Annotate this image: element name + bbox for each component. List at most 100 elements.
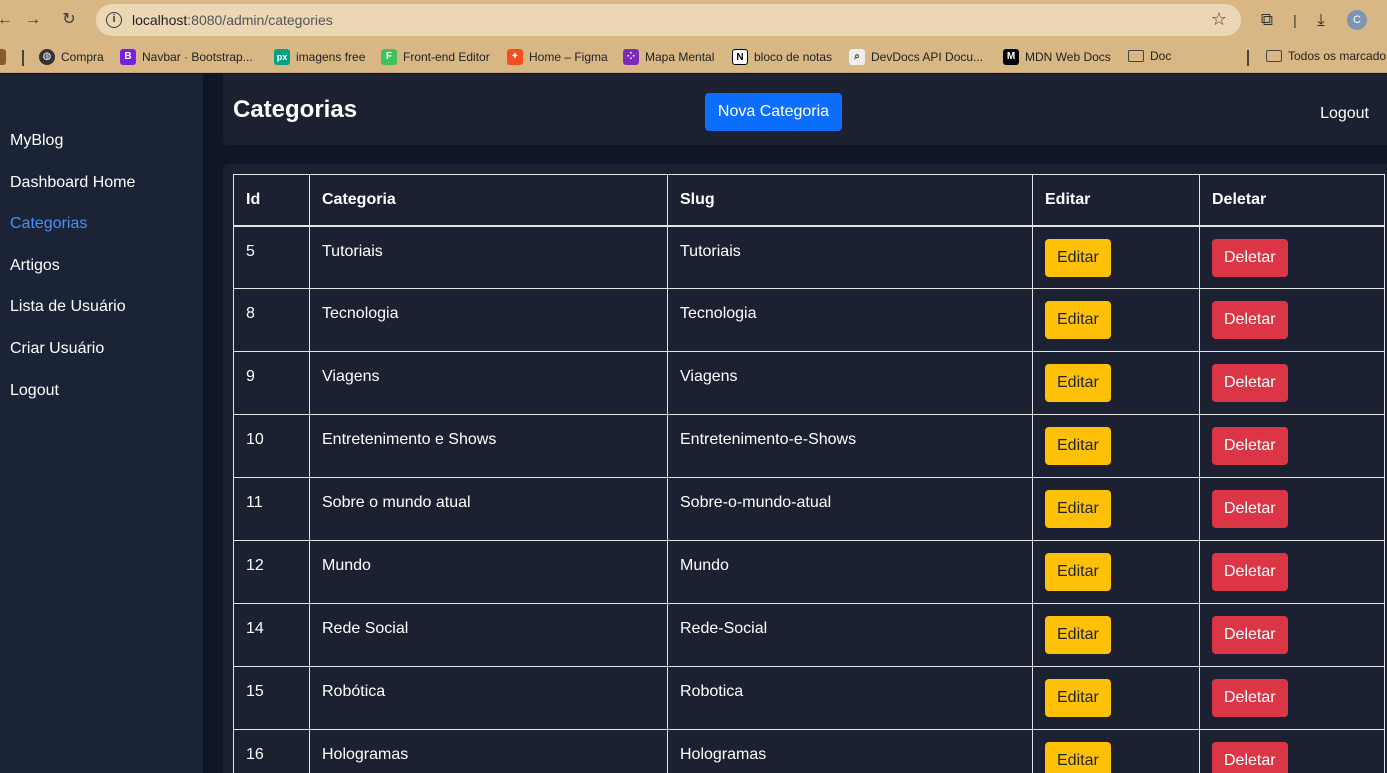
edit-button[interactable]: Editar <box>1045 742 1111 773</box>
delete-button[interactable]: Deletar <box>1212 238 1288 277</box>
url-text[interactable]: localhost:8080/admin/categories <box>132 12 333 28</box>
frontend-editor-icon: F <box>381 49 397 65</box>
sidebar-item-artigos[interactable]: Artigos <box>10 257 60 275</box>
cell-slug: Robotica <box>667 666 1033 730</box>
edit-button[interactable]: Editar <box>1045 427 1111 465</box>
header-logout-link[interactable]: Logout <box>1320 105 1369 123</box>
bookmark-navbar-bootstrap[interactable]: B Navbar · Bootstrap... <box>120 49 253 65</box>
edit-button[interactable]: Editar <box>1045 364 1111 402</box>
cell-delete: Deletar <box>1199 477 1385 541</box>
bookmark-separator <box>22 50 24 66</box>
edit-button[interactable]: Editar <box>1045 679 1111 717</box>
bootstrap-icon: B <box>120 49 136 65</box>
bookmark-devdocs[interactable]: ⌕ DevDocs API Docu... <box>849 49 983 65</box>
sidebar-item-criar-usuario[interactable]: Criar Usuário <box>10 340 104 358</box>
bookmark-mdn[interactable]: M MDN Web Docs <box>1003 49 1111 65</box>
sidebar-item-lista-usuario[interactable]: Lista de Usuário <box>10 298 126 316</box>
bookmarks-bar: ◍ Compra B Navbar · Bootstrap... px imagens… <box>0 40 1387 73</box>
figma-icon: ✦ <box>507 49 523 65</box>
cell-id: 14 <box>233 603 310 667</box>
cell-edit: Editar <box>1032 477 1200 541</box>
page-header: Categorias Nova Categoria Logout <box>223 74 1387 145</box>
edit-button[interactable]: Editar <box>1045 238 1111 277</box>
bookmark-star-icon[interactable]: ☆ <box>1211 9 1227 30</box>
notion-icon: N <box>732 49 748 65</box>
column-header-deletar: Deletar <box>1199 174 1385 227</box>
delete-button[interactable]: Deletar <box>1212 490 1288 528</box>
cell-edit: Editar <box>1032 225 1200 289</box>
sidebar-item-dashboard-home[interactable]: Dashboard Home <box>10 174 135 192</box>
cell-edit: Editar <box>1032 603 1200 667</box>
table-body: 5 Tutoriais Tutoriais Editar Deletar 8 Tecnolo… <box>233 225 1385 773</box>
browser-toolbar: ← → ↻ i localhost:8080/admin/categories … <box>0 0 1387 40</box>
forward-arrow-icon[interactable]: → <box>22 9 44 31</box>
delete-button[interactable]: Deletar <box>1212 301 1288 339</box>
toolbar-divider: | <box>1293 12 1297 28</box>
edit-button[interactable]: Editar <box>1045 553 1111 591</box>
address-bar[interactable]: i localhost:8080/admin/categories ☆ <box>96 4 1241 36</box>
site-info-icon[interactable]: i <box>106 12 122 28</box>
table-row: 12 Mundo Mundo Editar Deletar <box>233 540 1385 604</box>
cell-delete: Deletar <box>1199 666 1385 730</box>
back-arrow-icon[interactable]: ← <box>0 9 16 31</box>
bookmark-apps-icon[interactable] <box>0 49 6 65</box>
edit-button[interactable]: Editar <box>1045 490 1111 528</box>
cell-delete: Deletar <box>1199 540 1385 604</box>
reload-icon[interactable]: ↻ <box>58 9 80 31</box>
cell-delete: Deletar <box>1199 729 1385 773</box>
bookmark-compra[interactable]: ◍ Compra <box>39 49 104 65</box>
delete-button[interactable]: Deletar <box>1212 364 1288 402</box>
new-category-button[interactable]: Nova Categoria <box>705 93 842 131</box>
delete-button[interactable]: Deletar <box>1212 553 1288 591</box>
sidebar-item-categorias[interactable]: Categorias <box>10 215 87 233</box>
delete-button[interactable]: Deletar <box>1212 679 1288 717</box>
cell-slug: Sobre-o-mundo-atual <box>667 477 1033 541</box>
cell-categoria: Tutoriais <box>309 225 668 289</box>
table-row: 16 Hologramas Hologramas Editar Deletar <box>233 729 1385 773</box>
column-header-editar: Editar <box>1032 174 1200 227</box>
download-icon[interactable]: ⤓ <box>1310 9 1332 31</box>
bookmark-separator <box>1247 50 1249 66</box>
cell-delete: Deletar <box>1199 414 1385 478</box>
cell-slug: Rede-Social <box>667 603 1033 667</box>
table-row: 14 Rede Social Rede-Social Editar Deletar <box>233 603 1385 667</box>
cell-slug: Tutoriais <box>667 225 1033 289</box>
cell-categoria: Entretenimento e Shows <box>309 414 668 478</box>
cell-id: 11 <box>233 477 310 541</box>
bookmark-front-end-editor[interactable]: F Front-end Editor <box>381 49 490 65</box>
bookmark-all-folder[interactable]: Todos os marcado <box>1266 49 1386 63</box>
cell-edit: Editar <box>1032 288 1200 352</box>
sidebar-item-myblog[interactable]: MyBlog <box>10 132 63 150</box>
cell-edit: Editar <box>1032 414 1200 478</box>
sidebar-item-logout[interactable]: Logout <box>10 382 59 400</box>
cell-categoria: Rede Social <box>309 603 668 667</box>
bookmark-doc-folder[interactable]: Doc <box>1128 49 1171 63</box>
profile-avatar[interactable]: C <box>1347 10 1367 30</box>
page-title: Categorias <box>233 96 358 123</box>
bookmark-bloco-de-notas[interactable]: Nbloco de notas <box>732 49 832 65</box>
cell-edit: Editar <box>1032 540 1200 604</box>
cell-edit: Editar <box>1032 729 1200 773</box>
cell-delete: Deletar <box>1199 603 1385 667</box>
table-row: 9 Viagens Viagens Editar Deletar <box>233 351 1385 415</box>
edit-button[interactable]: Editar <box>1045 301 1111 339</box>
extensions-icon[interactable]: ⧉ <box>1256 9 1278 31</box>
sidebar: MyBlog Dashboard Home Categorias Artigos… <box>0 74 203 773</box>
delete-button[interactable]: Deletar <box>1212 742 1288 773</box>
delete-button[interactable]: Deletar <box>1212 427 1288 465</box>
folder-icon <box>1266 50 1282 62</box>
categories-panel: Id Categoria Slug Editar Deletar 5 Tutori… <box>223 164 1387 773</box>
bookmark-imagens-free[interactable]: px imagens free <box>274 49 365 65</box>
column-header-id: Id <box>233 174 310 227</box>
devdocs-icon: ⌕ <box>849 49 865 65</box>
cell-categoria: Robótica <box>309 666 668 730</box>
table-row: 8 Tecnologia Tecnologia Editar Deletar <box>233 288 1385 352</box>
bookmark-figma[interactable]: ✦ Home – Figma <box>507 49 608 65</box>
folder-icon <box>1128 50 1144 62</box>
bookmark-mapa-mental[interactable]: ⁘ Mapa Mental <box>623 49 714 65</box>
table-row: 5 Tutoriais Tutoriais Editar Deletar <box>233 225 1385 289</box>
delete-button[interactable]: Deletar <box>1212 616 1288 654</box>
cell-slug: Viagens <box>667 351 1033 415</box>
cell-delete: Deletar <box>1199 288 1385 352</box>
edit-button[interactable]: Editar <box>1045 616 1111 654</box>
